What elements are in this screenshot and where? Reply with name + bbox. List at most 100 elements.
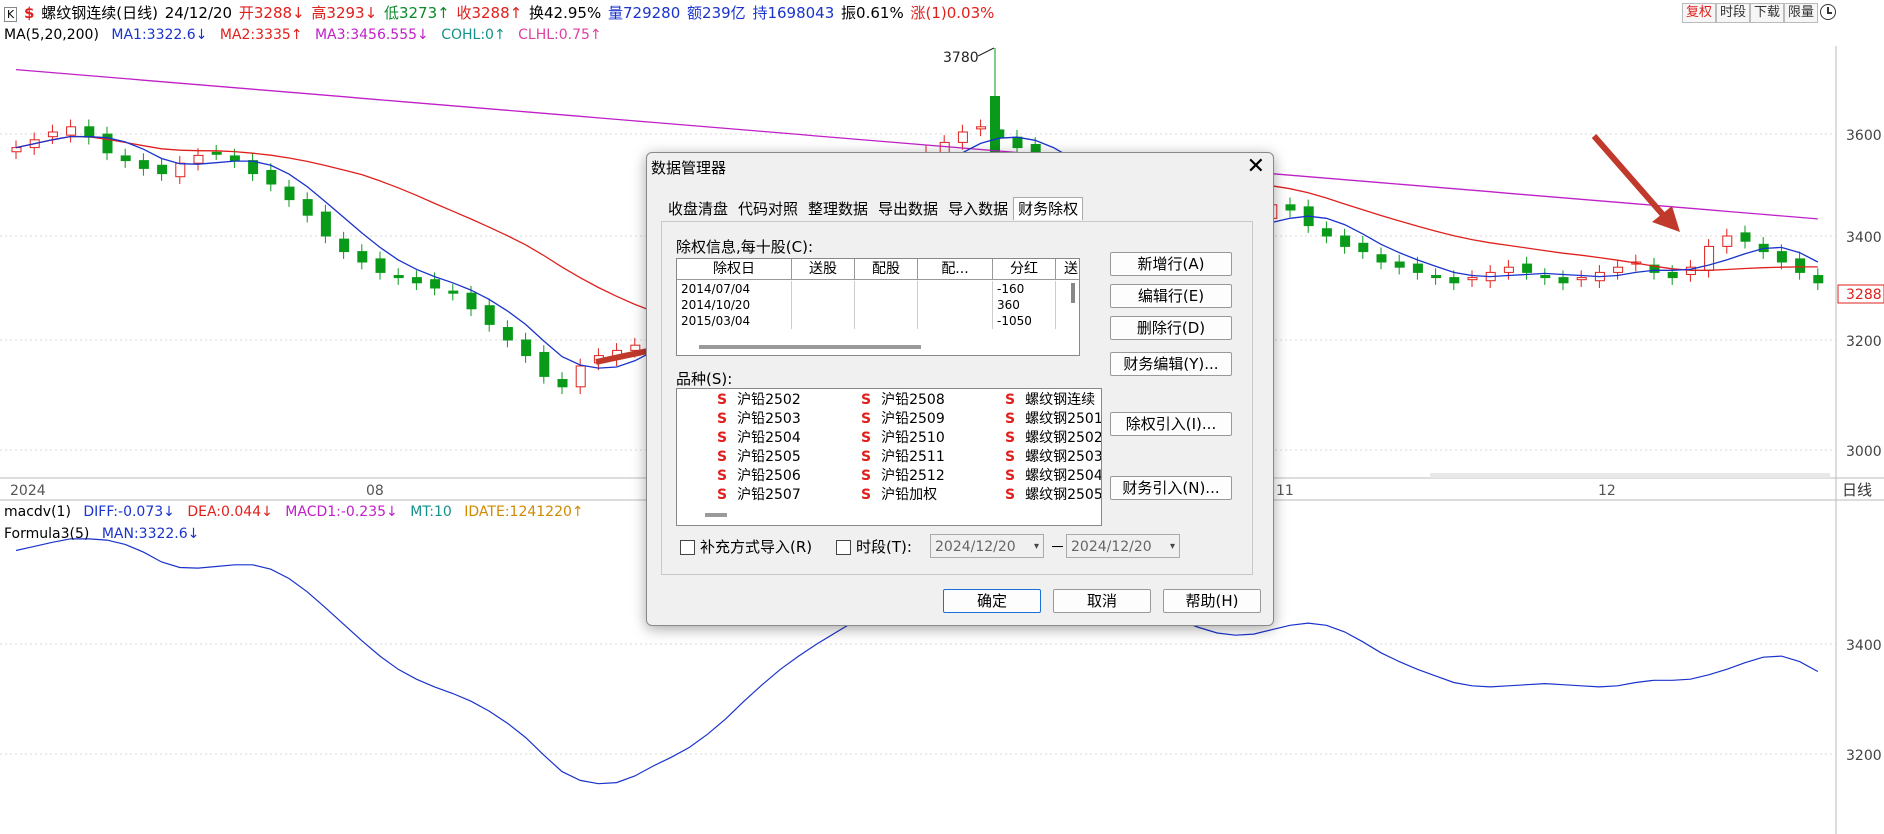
list-item[interactable]: S 螺纹钢2504 — [1005, 467, 1101, 486]
restore-rights-button[interactable]: 复权 — [1682, 3, 1717, 23]
close-icon[interactable]: ✕ — [1247, 155, 1265, 179]
dividend-label: 除权信息,每十股(C): — [676, 238, 814, 256]
tab-financial-rights[interactable]: 财务除权 — [1013, 197, 1084, 220]
tab-export-data[interactable]: 导出数据 — [873, 197, 943, 221]
table-hscrollbar[interactable] — [699, 345, 921, 349]
help-button[interactable]: 帮助(H) — [1163, 589, 1261, 613]
quote-header: K $ 螺纹钢连续(日线) 24/12/20 开3288↓ 高3293↓ 低32… — [0, 0, 1884, 26]
table-row[interactable]: 2015/03/04 -1050 — [677, 313, 1079, 329]
tab-bar: 收盘清盘 代码对照 整理数据 导出数据 导入数据 财务除权 — [663, 197, 1084, 221]
chevron-down-icon: ▾ — [1169, 541, 1175, 552]
price-tick: 3400 — [1846, 230, 1882, 246]
formula-label: Formula3(5) — [4, 526, 90, 542]
list-item[interactable]: S 螺纹钢2503 — [1005, 448, 1101, 467]
idate-value: IDATE:1241220↑ — [464, 504, 584, 520]
edit-row-button[interactable]: 编辑行(E) — [1110, 284, 1232, 308]
cell-dividend: -1050 — [993, 313, 1056, 329]
list-item[interactable]: S 沪铅2503 — [717, 410, 801, 429]
list-item[interactable]: S 沪铅2511 — [861, 448, 945, 467]
time-scrollbar[interactable] — [1430, 473, 1830, 478]
list-item[interactable]: S 沪铅加权 — [861, 486, 937, 505]
diff-value: DIFF:-0.073↓ — [83, 504, 175, 520]
variety-type-icon: S — [861, 411, 872, 427]
mt-value: MT:10 — [410, 504, 452, 520]
delete-row-button[interactable]: 删除行(D) — [1110, 316, 1232, 340]
tab-import-data[interactable]: 导入数据 — [943, 197, 1013, 221]
dividend-table[interactable]: 除权日 送股 配股 配... 分红 送 2014/07/04 -160 2014… — [676, 258, 1080, 356]
period-label: 时段(T): — [856, 538, 912, 556]
list-item[interactable]: S 沪铅2509 — [861, 410, 945, 429]
col-header-rights-price[interactable]: 配... — [918, 259, 993, 279]
clock-icon[interactable] — [1820, 4, 1836, 20]
date-to-picker[interactable]: 2024/12/20 ▾ — [1066, 534, 1180, 558]
variety-type-icon: S — [861, 487, 872, 503]
list-item[interactable]: S 螺纹钢2505 — [1005, 486, 1101, 505]
list-item[interactable]: S 沪铅2506 — [717, 467, 801, 486]
table-row[interactable]: 2014/10/20 360 — [677, 297, 1079, 313]
instrument-name: 螺纹钢连续(日线) — [41, 4, 158, 22]
list-item[interactable]: S 螺纹钢连续 — [1005, 391, 1095, 410]
dea-value: DEA:0.044↓ — [187, 504, 273, 520]
cell-dividend: -160 — [993, 281, 1056, 297]
list-item[interactable]: S 沪铅2508 — [861, 391, 945, 410]
financial-import-button[interactable]: 财务引入(N)... — [1110, 476, 1232, 500]
cell-date: 2014/07/04 — [677, 281, 792, 297]
date-separator: － — [1050, 538, 1066, 556]
man-value: MAN:3322.6↓ — [101, 526, 200, 542]
list-item[interactable]: S 沪铅2507 — [717, 486, 801, 505]
table-vscrollbar[interactable] — [1071, 283, 1075, 303]
varieties-list[interactable]: S 沪铅2502 S 沪铅2503 S 沪铅2504 S 沪铅2505 S 沪铅2506 S 沪铅25… — [676, 388, 1102, 526]
list-item[interactable]: S 沪铅2505 — [717, 448, 801, 467]
time-label: 2024 — [10, 483, 46, 499]
col-header-extra[interactable]: 送 — [1056, 259, 1079, 279]
col-header-bonus[interactable]: 送股 — [792, 259, 855, 279]
time-period-button[interactable]: 时段 — [1716, 3, 1751, 23]
turnover-rate: 换42.95% — [529, 4, 602, 22]
col-header-rights[interactable]: 配股 — [855, 259, 918, 279]
list-item[interactable]: S 沪铅2504 — [717, 429, 801, 448]
variety-name: 沪铅2506 — [737, 468, 801, 484]
rights-import-button[interactable]: 除权引入(I)... — [1110, 412, 1232, 436]
table-row[interactable]: 2014/07/04 -160 — [677, 281, 1079, 297]
col-header-date[interactable]: 除权日 — [677, 259, 792, 279]
variety-name: 沪铅2504 — [737, 430, 801, 446]
period-checkbox[interactable] — [836, 540, 851, 555]
date-from-picker[interactable]: 2024/12/20 ▾ — [930, 534, 1044, 558]
limit-button[interactable]: 限量 — [1784, 3, 1819, 23]
variety-type-icon: S — [1005, 411, 1016, 427]
list-item[interactable]: S 沪铅2502 — [717, 391, 801, 410]
ma1-value: MA1:3322.6↓ — [111, 27, 208, 43]
table-header: 除权日 送股 配股 配... 分红 送 — [677, 259, 1079, 280]
financial-edit-button[interactable]: 财务编辑(Y)... — [1110, 352, 1232, 376]
tab-close-clear[interactable]: 收盘清盘 — [663, 197, 733, 221]
ma3-value: MA3:3456.555↓ — [314, 27, 429, 43]
variety-type-icon: S — [717, 411, 728, 427]
tab-organize-data[interactable]: 整理数据 — [803, 197, 873, 221]
cell-date: 2014/10/20 — [677, 297, 792, 313]
variety-type-icon: S — [1005, 430, 1016, 446]
ok-button[interactable]: 确定 — [943, 589, 1041, 613]
macd-indicator-line: macdv(1) DIFF:-0.073↓ DEA:0.044↓ MACD1:-… — [4, 502, 592, 522]
list-hscrollbar[interactable] — [705, 513, 727, 517]
list-item[interactable]: S 沪铅2510 — [861, 429, 945, 448]
cancel-button[interactable]: 取消 — [1053, 589, 1151, 613]
variety-name: 沪铅2509 — [881, 411, 945, 427]
variety-name: 沪铅2505 — [737, 449, 801, 465]
cell-rights — [855, 297, 918, 313]
list-item[interactable]: S 沪铅2512 — [861, 467, 945, 486]
download-button[interactable]: 下载 — [1750, 3, 1785, 23]
window-icon[interactable]: K — [4, 7, 18, 22]
lower-tick: 3200 — [1846, 748, 1882, 764]
supplement-checkbox[interactable] — [680, 540, 695, 555]
list-item[interactable]: S 螺纹钢2501 — [1005, 410, 1101, 429]
price-tick: 3000 — [1846, 444, 1882, 460]
tab-code-mapping[interactable]: 代码对照 — [733, 197, 803, 221]
variety-type-icon: S — [861, 468, 872, 484]
data-manager-dialog: 数据管理器 ✕ 收盘清盘 代码对照 整理数据 导出数据 导入数据 财务除权 除权… — [646, 152, 1274, 626]
cell-bonus — [792, 281, 855, 297]
add-row-button[interactable]: 新增行(A) — [1110, 252, 1232, 276]
col-header-dividend[interactable]: 分红 — [993, 259, 1056, 279]
variety-name: 沪铅2512 — [881, 468, 945, 484]
list-item[interactable]: S 螺纹钢2502 — [1005, 429, 1101, 448]
variety-name: 沪铅2508 — [881, 392, 945, 408]
